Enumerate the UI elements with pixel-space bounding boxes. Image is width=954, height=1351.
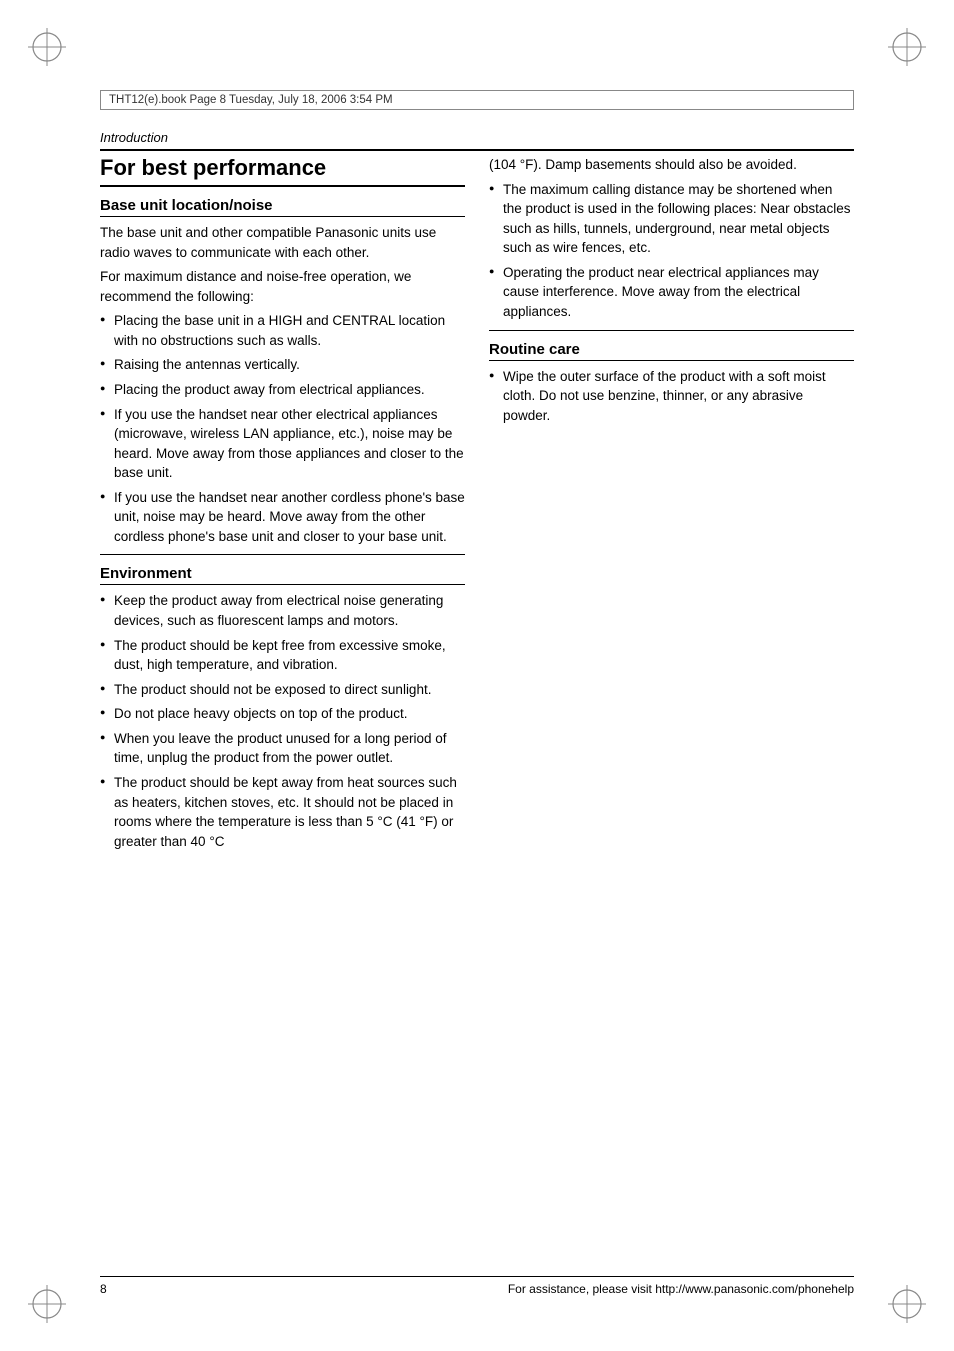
- environment-heading: Environment: [100, 565, 465, 585]
- environment-bullet-list: Keep the product away from electrical no…: [100, 591, 465, 851]
- main-content: For best performance Base unit location/…: [100, 155, 854, 1251]
- page-title: For best performance: [100, 155, 465, 187]
- list-item: Keep the product away from electrical no…: [100, 591, 465, 630]
- corner-mark-tl: [28, 28, 66, 66]
- corner-mark-tr: [888, 28, 926, 66]
- base-unit-bullet-list: Placing the base unit in a HIGH and CENT…: [100, 311, 465, 546]
- list-item: Placing the base unit in a HIGH and CENT…: [100, 311, 465, 350]
- list-item: Raising the antennas vertically.: [100, 355, 465, 375]
- list-item: The product should be kept free from exc…: [100, 636, 465, 675]
- list-item: The product should be kept away from hea…: [100, 773, 465, 851]
- footer-url: For assistance, please visit http://www.…: [508, 1282, 854, 1296]
- section-label: Introduction: [100, 130, 168, 145]
- section-label-bar: Introduction: [100, 130, 854, 151]
- left-column: For best performance Base unit location/…: [100, 155, 465, 1251]
- corner-mark-bl: [28, 1285, 66, 1323]
- right-bullet-list-1: The maximum calling distance may be shor…: [489, 180, 854, 322]
- divider-routine-care: [489, 330, 854, 331]
- base-unit-intro1: The base unit and other compatible Panas…: [100, 223, 465, 262]
- file-info-text: THT12(e).book Page 8 Tuesday, July 18, 2…: [109, 94, 393, 106]
- list-item: The maximum calling distance may be shor…: [489, 180, 854, 258]
- list-item: Operating the product near electrical ap…: [489, 263, 854, 322]
- base-unit-intro2: For maximum distance and noise-free oper…: [100, 267, 465, 306]
- footer-page-num: 8: [100, 1282, 107, 1296]
- footer-bar: 8 For assistance, please visit http://ww…: [100, 1276, 854, 1296]
- routine-care-heading: Routine care: [489, 341, 854, 361]
- right-column: (104 °F). Damp basements should also be …: [489, 155, 854, 1251]
- list-item: Wipe the outer surface of the product wi…: [489, 367, 854, 426]
- list-item: The product should not be exposed to dir…: [100, 680, 465, 700]
- corner-mark-br: [888, 1285, 926, 1323]
- file-info-bar: THT12(e).book Page 8 Tuesday, July 18, 2…: [100, 90, 854, 110]
- routine-care-bullet-list: Wipe the outer surface of the product wi…: [489, 367, 854, 426]
- list-item: Do not place heavy objects on top of the…: [100, 704, 465, 724]
- list-item: When you leave the product unused for a …: [100, 729, 465, 768]
- continued-text: (104 °F). Damp basements should also be …: [489, 155, 854, 175]
- base-unit-heading: Base unit location/noise: [100, 197, 465, 217]
- list-item: If you use the handset near other electr…: [100, 405, 465, 483]
- list-item: If you use the handset near another cord…: [100, 488, 465, 547]
- divider-environment: [100, 554, 465, 555]
- list-item: Placing the product away from electrical…: [100, 380, 465, 400]
- page: THT12(e).book Page 8 Tuesday, July 18, 2…: [0, 0, 954, 1351]
